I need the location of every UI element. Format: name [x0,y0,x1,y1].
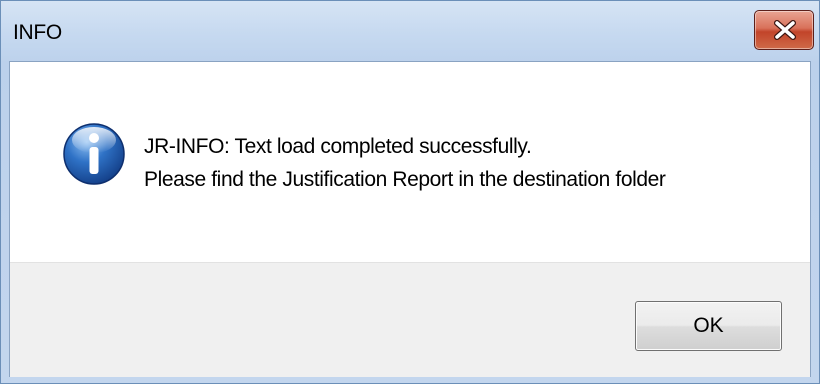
message-line-2: Please find the Justification Report in … [144,168,666,191]
window-title: INFO [13,21,62,44]
message-area: JR-INFO: Text load completed successfull… [10,62,810,262]
ok-button[interactable]: OK [635,301,782,351]
dialog-client-area: JR-INFO: Text load completed successfull… [9,61,811,377]
title-bar[interactable]: INFO [1,1,819,61]
info-dialog-window: INFO JR-INFO: Text load completed succes… [0,0,820,384]
button-bar: OK [10,262,810,377]
message-text: JR-INFO: Text load completed successfull… [144,130,666,196]
close-icon [774,20,796,40]
close-button[interactable] [754,10,814,50]
information-icon [63,123,125,185]
message-line-1: JR-INFO: Text load completed successfull… [144,135,532,158]
